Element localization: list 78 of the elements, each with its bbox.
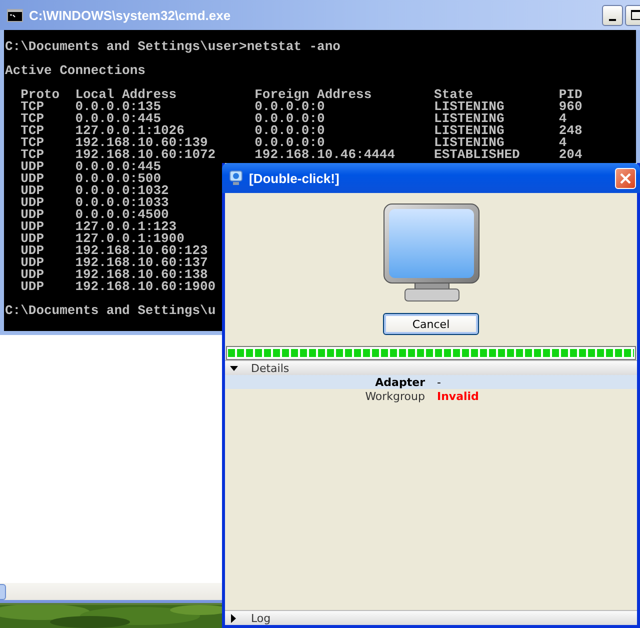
console-cell: TCP — [20, 113, 44, 125]
console-cell: 0.0.0.0:1032 — [75, 185, 169, 197]
section-label: Details — [251, 362, 290, 374]
console-cell: ESTABLISHED — [434, 149, 520, 161]
monitor-icon — [382, 202, 480, 302]
console-cell: 192.168.10.60:1072 — [75, 149, 216, 161]
monitor-icon — [228, 170, 244, 186]
maximize-icon — [630, 10, 640, 20]
console-cell: 192.168.10.60:1900 — [75, 281, 216, 293]
console-cell: UDP — [20, 209, 44, 221]
console-cell: 192.168.10.46:4444 — [254, 149, 396, 161]
console-cell: 0.0.0.0:0 — [254, 137, 325, 149]
console-line: Active Connections — [5, 63, 146, 78]
console-cell: 127.0.0.1:1026 — [75, 125, 184, 137]
console-cell: UDP — [20, 281, 44, 293]
section-header[interactable]: Log — [225, 610, 637, 625]
property-label: Adapter — [375, 376, 425, 388]
console-cell: UDP — [20, 221, 44, 233]
console-icon — [7, 8, 23, 22]
console-cell: LISTENING — [434, 137, 504, 149]
console-cell: UDP — [20, 233, 44, 245]
tab-edge[interactable] — [0, 584, 6, 600]
console-cell: UDP — [20, 161, 44, 173]
selected-row[interactable]: Adapter - — [225, 375, 637, 389]
console-cell: 192.168.10.60:139 — [75, 137, 208, 149]
console-cell: 127.0.0.1:123 — [75, 221, 177, 233]
minimize-icon — [609, 19, 616, 21]
console-cell: 0.0.0.0:135 — [75, 101, 162, 113]
console-cell: 0.0.0.0:445 — [75, 113, 162, 125]
console-cell: 4 — [558, 113, 567, 125]
console-cell: 248 — [558, 125, 582, 137]
console-cell: 0.0.0.0:0 — [254, 113, 325, 125]
console-cell: UDP — [20, 269, 44, 281]
cancel-button[interactable]: Cancel — [383, 313, 479, 335]
console-cell: 0.0.0.0:0 — [254, 125, 325, 137]
section-label: Log — [251, 612, 271, 624]
property-value: Invalid — [437, 390, 479, 402]
console-cell: 192.168.10.60:137 — [75, 257, 208, 269]
console-cell: TCP — [20, 125, 44, 137]
console-cell: 127.0.0.1:1900 — [75, 233, 184, 245]
property-label: Workgroup — [365, 390, 425, 402]
close-button[interactable] — [615, 168, 636, 188]
console-cell: UDP — [20, 197, 44, 209]
console-cell: TCP — [20, 149, 44, 161]
console-cell: 204 — [558, 149, 582, 161]
console-cell: 0.0.0.0:445 — [75, 161, 162, 173]
console-cell: 0.0.0.0:4500 — [75, 209, 169, 221]
console-cell: LISTENING — [434, 101, 504, 113]
minimize-button[interactable] — [602, 4, 623, 26]
console-line: C:\Documents and Settings\user>netstat -ano — [5, 39, 340, 54]
property-value: - — [437, 376, 441, 388]
console-cell: 0.0.0.0:1033 — [75, 197, 169, 209]
collapse-icon — [229, 363, 239, 373]
console-cell: TCP — [20, 101, 44, 113]
console-cell: TCP — [20, 137, 44, 149]
console-cell: 4 — [558, 137, 567, 149]
window-title: [Double-click!] — [249, 170, 340, 186]
console-cell: UDP — [20, 173, 44, 185]
console-cell: LISTENING — [434, 125, 504, 137]
property-row[interactable]: Workgroup Invalid — [225, 389, 637, 403]
column-header: State — [434, 89, 474, 101]
column-header: Proto — [20, 89, 60, 101]
console-cell: UDP — [20, 245, 44, 257]
console-line: C:\Documents and Settings\u — [5, 303, 216, 318]
console-cell: LISTENING — [434, 113, 504, 125]
console-cell: 0.0.0.0:0 — [254, 101, 325, 113]
console-cell: 192.168.10.60:138 — [75, 269, 208, 281]
window-title: C:\WINDOWS\system32\cmd.exe — [29, 8, 231, 22]
console-cell: 960 — [558, 101, 582, 113]
column-header: PID — [558, 89, 582, 101]
console-cell: 192.168.10.60:123 — [75, 245, 208, 257]
section-header[interactable]: Details — [225, 360, 637, 375]
console-cell: 0.0.0.0:500 — [75, 173, 162, 185]
maximize-button[interactable] — [625, 4, 640, 26]
column-header: Foreign Address — [254, 89, 372, 101]
console-cell: UDP — [20, 185, 44, 197]
column-header: Local Address — [75, 89, 177, 101]
console-cell: UDP — [20, 257, 44, 269]
